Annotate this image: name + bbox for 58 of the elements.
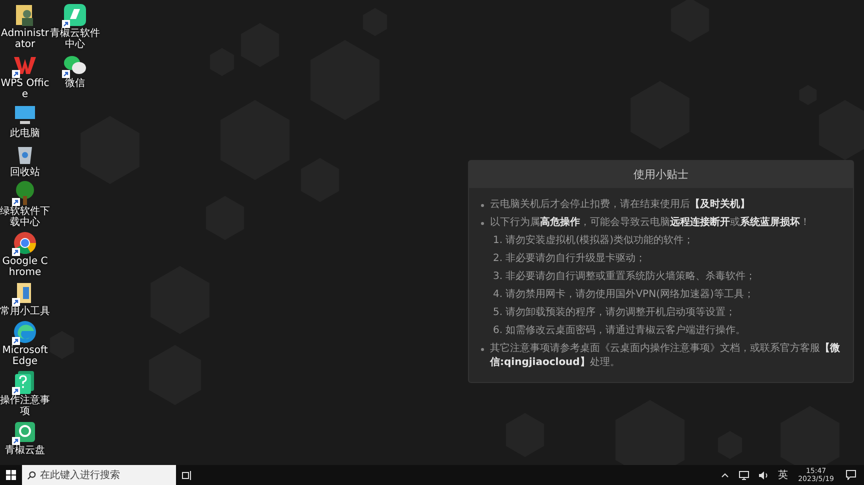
- shortcut-arrow-icon: [12, 387, 20, 395]
- task-view-icon: [182, 470, 192, 480]
- shortcut-label: 回收站: [10, 167, 40, 178]
- shortcut-label: Google Chrome: [1, 256, 49, 278]
- desktop-shortcut[interactable]: 此电脑: [0, 102, 50, 139]
- desktop-shortcut[interactable]: 青椒云软件中心: [50, 2, 100, 50]
- shortcut-label: 此电脑: [10, 128, 40, 139]
- shortcut-arrow-icon: [12, 437, 20, 445]
- shortcut-label: Administrator: [0, 28, 50, 50]
- tip-text: 4. 请勿禁用网卡，请勿使用国外VPN(网络加速器)等工具；: [493, 288, 754, 302]
- input-method-indicator[interactable]: 英: [778, 468, 788, 482]
- shortcut-arrow-icon: [12, 337, 20, 345]
- shortcut-arrow-icon: [62, 70, 70, 78]
- panel-title: 使用小贴士: [469, 161, 853, 188]
- tip-text: 其它注意事项请参考桌面《云桌面内操作注意事项》文档，或联系官方客服【微信:qingjiaocloud】处理。: [490, 342, 841, 370]
- shortcut-arrow-icon: [12, 298, 20, 306]
- tip-text: 3. 非必要请勿自行调整或重置系统防火墙策略、杀毒软件；: [493, 270, 756, 284]
- volume-icon[interactable]: [759, 470, 770, 480]
- shortcut-arrow-icon: [12, 198, 20, 206]
- tip-text: 5. 请勿卸载预装的程序，请勿调整开机启动项等设置；: [493, 306, 736, 320]
- shortcut-arrow-icon: [62, 20, 70, 28]
- chrome-icon: [12, 230, 38, 256]
- notification-icon[interactable]: [846, 470, 856, 480]
- shortcut-label: 青椒云软件中心: [50, 28, 100, 50]
- tip-text: 1. 请勿安装虚拟机(模拟器)类似功能的软件；: [493, 234, 694, 248]
- desktop-shortcut[interactable]: Google Chrome: [0, 230, 50, 278]
- cloud-drive-icon: [12, 419, 38, 445]
- windows-logo-icon: [6, 470, 16, 480]
- desktop-shortcut[interactable]: 绿软软件下载中心: [0, 180, 50, 228]
- desktop-shortcut[interactable]: 常用小工具: [0, 280, 50, 317]
- shortcut-label: 常用小工具: [0, 306, 50, 317]
- tip-text: 以下行为属高危操作，可能会导致云电脑远程连接断开或系统蓝屏损坏！: [490, 216, 810, 230]
- tip-text: 6. 如需修改云桌面密码，请通过青椒云客户端进行操作。: [493, 324, 746, 338]
- app-tile-icon: [62, 2, 88, 28]
- edge-icon: [12, 319, 38, 345]
- desktop-shortcut[interactable]: 回收站: [0, 141, 50, 178]
- shortcut-label: 青椒云盘: [5, 445, 45, 456]
- chevron-up-icon[interactable]: [721, 472, 730, 478]
- shortcut-label: 操作注意事项: [0, 395, 50, 417]
- tip-text: 云电脑关机后才会停止扣费，请在结束使用后【及时关机】: [490, 198, 750, 212]
- shortcut-arrow-icon: [12, 70, 20, 78]
- desktop-shortcut[interactable]: 操作注意事项: [0, 369, 50, 417]
- desktop-shortcut[interactable]: 青椒云盘: [0, 419, 50, 456]
- shortcut-label: 微信: [65, 78, 85, 89]
- shortcut-arrow-icon: [12, 248, 20, 256]
- shortcut-label: WPS Office: [0, 78, 50, 100]
- network-icon[interactable]: [739, 470, 750, 480]
- bullet-icon: [481, 204, 484, 207]
- search-field[interactable]: 在此键入进行搜索: [22, 465, 176, 485]
- bullet-icon: [481, 222, 484, 225]
- desktop-shortcut[interactable]: Administrator: [0, 2, 50, 50]
- desktop-shortcut[interactable]: Microsoft Edge: [0, 319, 50, 367]
- shortcut-label: Microsoft Edge: [1, 345, 49, 367]
- desktop-shortcut[interactable]: 微信: [50, 52, 100, 100]
- desktop-shortcut[interactable]: WPS Office: [0, 52, 50, 100]
- bullet-icon: [481, 348, 484, 351]
- shortcut-label: 绿软软件下载中心: [0, 206, 50, 228]
- tip-text: 2. 非必要请勿自行升级显卡驱动；: [493, 252, 646, 266]
